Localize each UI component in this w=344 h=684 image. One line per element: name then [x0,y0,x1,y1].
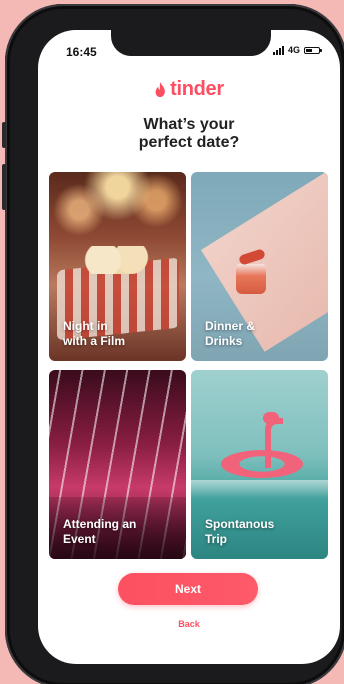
side-button [2,122,6,148]
battery-icon [304,46,322,54]
back-link[interactable]: Back [38,619,340,629]
tile-image [221,450,303,478]
option-label: Attending an Event [63,517,137,546]
option-tile-event[interactable]: Attending an Event [49,370,186,559]
option-tile-night-in[interactable]: Night in with a Film [49,172,186,361]
tile-image [265,418,283,468]
status-indicators: 4G [272,45,322,55]
brand-name: tinder [170,78,224,100]
option-label: Dinner & Drinks [205,319,256,348]
page: 16:45 4G tinder What’s your perfect date… [0,0,344,684]
tile-image [79,246,159,274]
side-button [2,164,6,210]
flame-icon [155,81,165,98]
page-title: What’s your perfect date? [138,116,240,151]
tile-image [236,264,266,294]
tile-image [263,412,279,424]
notch [111,30,271,56]
option-tile-trip[interactable]: Spontanous Trip [191,370,328,559]
brand-logo: tinder [38,78,340,101]
network-label: 4G [287,45,300,55]
option-tile-dinner[interactable]: Dinner & Drinks [191,172,328,361]
status-time: 16:45 [66,45,97,59]
option-label: Night in with a Film [63,319,126,348]
next-button[interactable]: Next [118,573,258,605]
tile-image [191,480,328,498]
option-label: Spontanous Trip [205,517,275,546]
phone-frame: 16:45 4G tinder What’s your perfect date… [2,4,344,684]
app-screen: 16:45 4G tinder What’s your perfect date… [38,30,340,664]
signal-icon [272,45,284,55]
